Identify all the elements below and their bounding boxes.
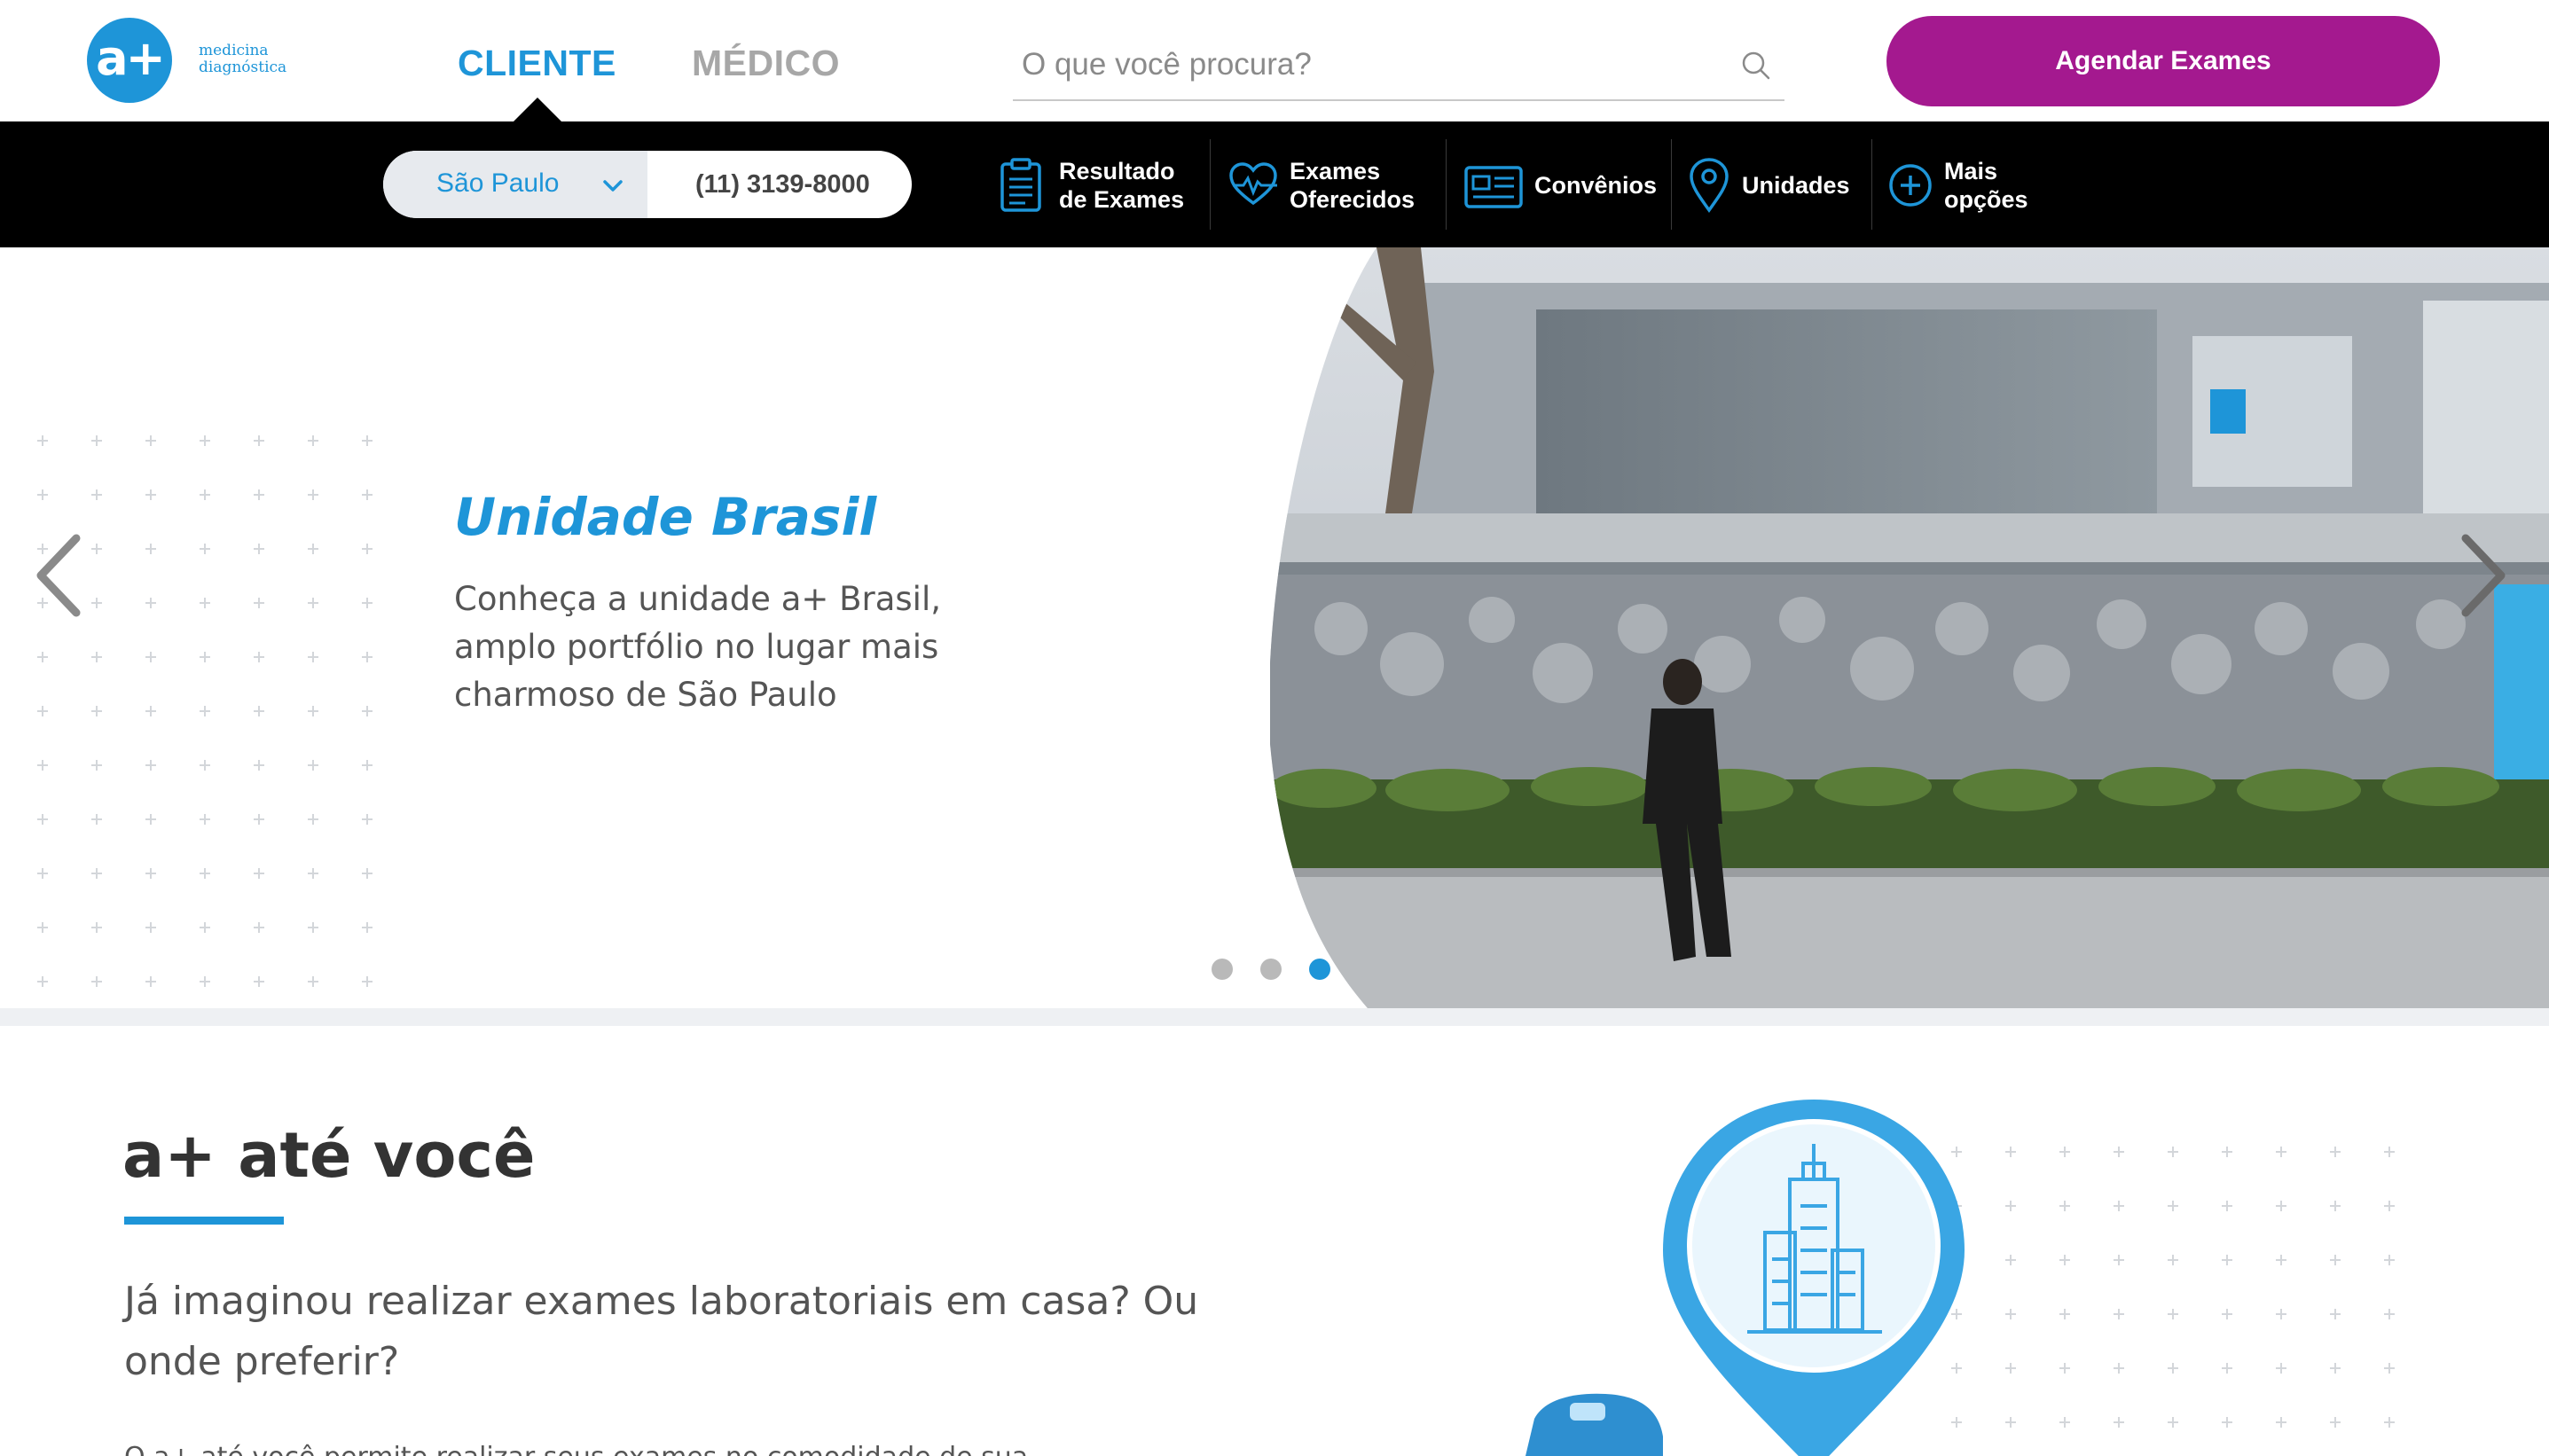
search-box xyxy=(1013,34,1784,101)
section-title-underline xyxy=(124,1217,284,1225)
carousel-prev-arrow[interactable] xyxy=(32,531,85,620)
carousel-pager xyxy=(1212,959,1330,980)
phone-number[interactable]: (11) 3139-8000 xyxy=(695,170,870,200)
nav-label-line1: Exames xyxy=(1290,158,1381,184)
unit-building-photo xyxy=(1270,247,2549,1008)
map-pin-icon xyxy=(1690,158,1729,213)
hero-title: Unidade Brasil xyxy=(454,487,877,547)
tab-cliente[interactable]: CLIENTE xyxy=(458,43,616,84)
nav-label-line2: Oferecidos xyxy=(1290,186,1416,213)
nav-item-convenios[interactable]: Convênios xyxy=(1463,141,1657,230)
nav-label-line1: Resultado xyxy=(1059,158,1175,184)
hero-carousel: Unidade Brasil Conheça a unidade a+ Bras… xyxy=(0,247,2549,1008)
city-select[interactable]: São Paulo xyxy=(383,151,647,218)
nav-item-exames-oferecidos[interactable]: Exames Oferecidos xyxy=(1227,141,1415,230)
clipboard-icon xyxy=(1000,158,1041,212)
logo-text-line1: medicina xyxy=(199,42,269,59)
logo[interactable]: a+ medicina diagnóstica xyxy=(87,18,300,103)
carousel-dot-1[interactable] xyxy=(1212,959,1233,980)
carousel-dot-3[interactable] xyxy=(1309,959,1330,980)
city-map-pin-illustration xyxy=(1525,1100,2395,1456)
main-nav: São Paulo (11) 3139-8000 Resultado de Ex… xyxy=(0,121,2549,247)
nav-label-line1: Unidades xyxy=(1742,172,1850,199)
nav-divider xyxy=(1210,139,1211,230)
active-tab-pointer xyxy=(513,98,562,122)
nav-label-line1: Mais xyxy=(1944,158,1998,184)
city-label: São Paulo xyxy=(436,168,560,198)
logo-text-line2: diagnóstica xyxy=(199,59,287,76)
nav-label-line2: de Exames xyxy=(1059,186,1185,213)
tab-medico[interactable]: MÉDICO xyxy=(692,43,840,84)
carousel-next-arrow[interactable] xyxy=(2457,531,2510,620)
chevron-down-icon xyxy=(603,180,623,192)
search-icon[interactable] xyxy=(1738,48,1774,83)
city-phone-pill: São Paulo (11) 3139-8000 xyxy=(383,151,912,218)
nav-divider xyxy=(1446,139,1447,230)
section-subtitle: Já imaginou realizar exames laboratoriai… xyxy=(124,1279,1199,1384)
section-body-text: O a+ até você permite realizar seus exam… xyxy=(124,1438,1082,1456)
top-header: a+ medicina diagnóstica CLIENTE MÉDICO A… xyxy=(0,0,2549,122)
nav-item-mais-opcoes[interactable]: Mais opções xyxy=(1887,141,2028,230)
hero-description: Conheça a unidade a+ Brasil, amplo portf… xyxy=(454,580,942,714)
plus-circle-icon xyxy=(1889,164,1932,207)
card-icon xyxy=(1464,166,1523,208)
search-input[interactable] xyxy=(1022,39,1696,90)
schedule-exams-button[interactable]: Agendar Exames xyxy=(1886,16,2440,106)
nav-item-resultado-exames[interactable]: Resultado de Exames xyxy=(997,141,1184,230)
nav-divider xyxy=(1871,139,1872,230)
logo-mark: a+ xyxy=(87,18,172,103)
decorative-plus-pattern xyxy=(27,425,381,1008)
section-title: a+ até você xyxy=(122,1119,536,1192)
heart-pulse-icon xyxy=(1229,162,1277,206)
nav-label-line1: Convênios xyxy=(1534,172,1658,199)
nav-item-unidades[interactable]: Unidades xyxy=(1687,141,1850,230)
section-divider xyxy=(0,1008,2549,1026)
nav-divider xyxy=(1671,139,1672,230)
nav-label-line2: opções xyxy=(1944,186,2028,213)
logo-text: medicina diagnóstica xyxy=(199,43,286,76)
carousel-dot-2[interactable] xyxy=(1260,959,1282,980)
